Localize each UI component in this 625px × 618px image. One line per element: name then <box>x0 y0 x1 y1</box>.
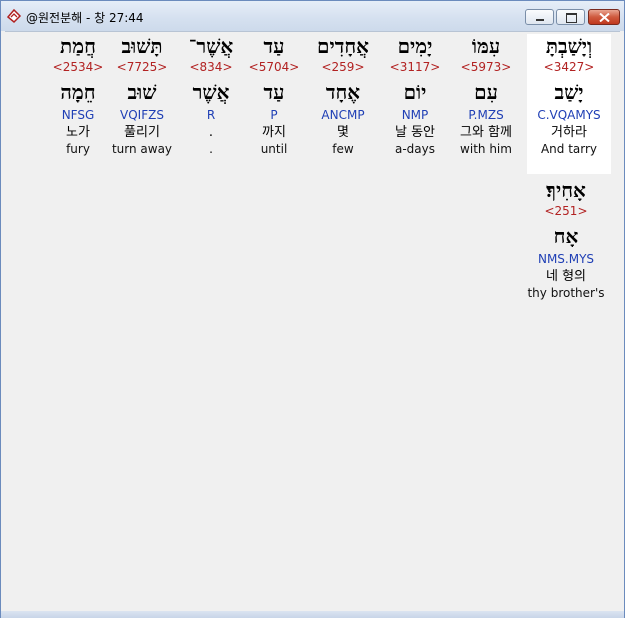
close-button[interactable] <box>588 9 620 25</box>
maximize-icon <box>566 13 577 23</box>
word-column[interactable]: חֲמַת <2534> חֵמָה NFSG 노가 fury <box>36 34 120 156</box>
close-icon <box>599 13 610 22</box>
hebrew-word: אָחִיךָ׃ <box>546 178 586 202</box>
parse-code: NMS.MYS <box>537 252 595 266</box>
minimize-icon <box>536 19 544 21</box>
parse-code: NFSG <box>61 108 95 122</box>
korean-gloss: 노가 <box>66 125 90 140</box>
word-column[interactable]: יָמִים <3117> יוֹם NMP 날 동안 a-days <box>373 34 457 156</box>
english-gloss: And tarry <box>540 142 598 156</box>
window-title: @원전분해 - 창 27:44 <box>26 11 144 25</box>
app-window: @원전분해 - 창 27:44 וְיָשַׁבְתָּ <3427> יָשַ… <box>0 0 625 618</box>
minimize-button[interactable] <box>525 9 554 25</box>
english-gloss: fury <box>66 142 90 156</box>
strong-number[interactable]: <3427> <box>527 60 611 74</box>
parse-code: C.VQAMYS <box>537 108 601 122</box>
english-gloss: a-days <box>394 142 435 156</box>
korean-gloss: 네 형의 <box>545 269 586 284</box>
window-bottom-border <box>1 611 624 618</box>
parse-code: NMP <box>401 108 429 122</box>
app-logo-icon <box>6 8 22 24</box>
hebrew-word: יָמִים <box>397 34 433 58</box>
title-bar[interactable]: @원전분해 - 창 27:44 <box>1 1 624 31</box>
english-gloss: thy brother's <box>527 286 605 300</box>
lemma: יָשַׁב <box>554 80 584 104</box>
interlinear-panel: וְיָשַׁבְתָּ <3427> יָשַׁב C.VQAMYS 거하라 … <box>5 31 620 612</box>
word-column[interactable]: אָחִיךָ׃ <251> אָח NMS.MYS 네 형의 thy brot… <box>524 178 608 300</box>
maximize-button[interactable] <box>556 9 585 25</box>
hebrew-word: וְיָשַׁבְתָּ <box>545 34 593 58</box>
strong-number[interactable]: <2534> <box>36 60 120 74</box>
hebrew-word: חֲמַת <box>60 34 96 58</box>
korean-gloss: 날 동안 <box>394 125 435 140</box>
strong-number[interactable]: <251> <box>524 204 608 218</box>
word-column[interactable]: וְיָשַׁבְתָּ <3427> יָשַׁב C.VQAMYS 거하라 … <box>527 34 611 156</box>
korean-gloss: 거하라 <box>551 125 587 140</box>
lemma: אָח <box>553 224 579 248</box>
strong-number[interactable]: <3117> <box>373 60 457 74</box>
lemma: יוֹם <box>403 80 427 104</box>
lemma: חֵמָה <box>60 80 96 104</box>
